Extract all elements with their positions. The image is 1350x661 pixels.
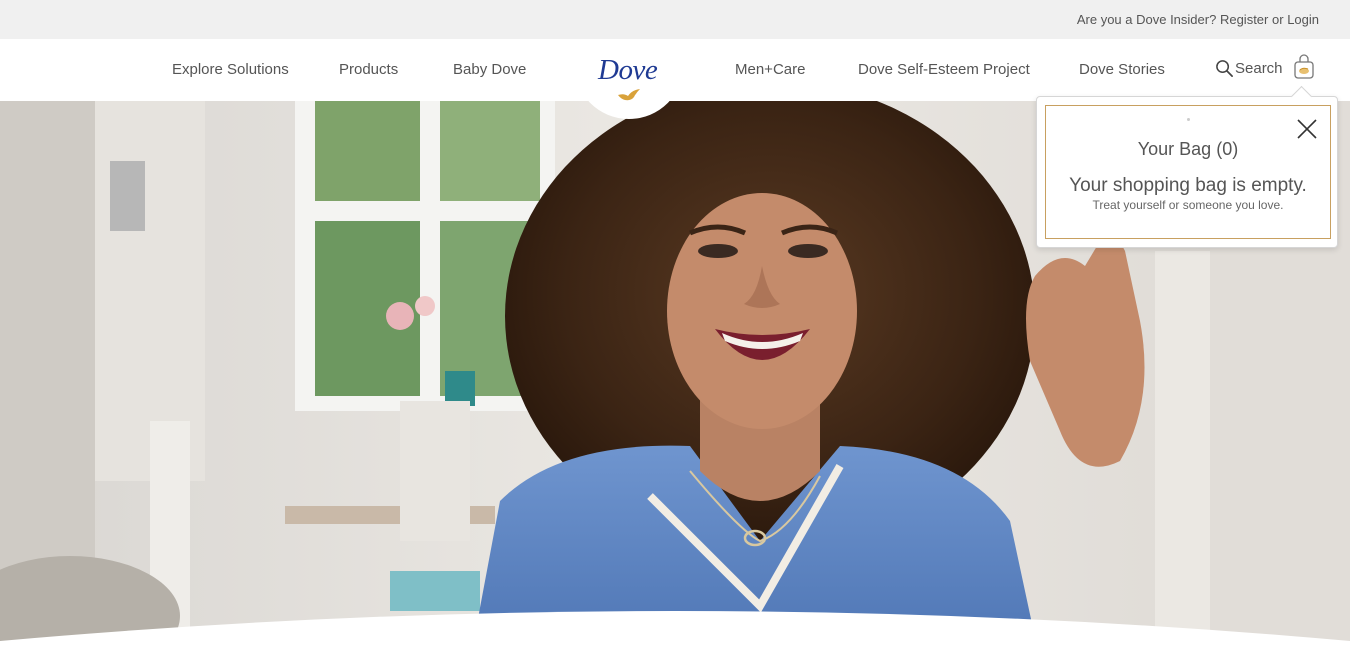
dove-bird-icon — [618, 89, 640, 101]
nav-item-baby-dove[interactable]: Baby Dove — [453, 61, 526, 78]
logo-wordmark: Dove — [598, 54, 658, 86]
insider-prompt: Are you a Dove Insider? Register or Logi… — [1077, 12, 1319, 27]
search-label: Search — [1235, 60, 1283, 77]
search-button[interactable]: Search — [1215, 59, 1283, 78]
bag-popup-content: Your Bag (0) Your shopping bag is empty.… — [1045, 105, 1331, 239]
nav-item-explore-solutions[interactable]: Explore Solutions — [172, 61, 289, 78]
or-text: or — [1272, 12, 1284, 27]
bag-empty-message: Your shopping bag is empty. — [1069, 175, 1307, 196]
bag-popup-dot — [1187, 118, 1190, 121]
close-icon[interactable] — [1296, 118, 1318, 140]
login-link[interactable]: Login — [1287, 12, 1319, 27]
bag-sub-message: Treat yourself or someone you love. — [1092, 198, 1284, 212]
search-icon — [1216, 60, 1233, 77]
bag-title: Your Bag (0) — [1137, 139, 1239, 159]
nav-item-dove-stories[interactable]: Dove Stories — [1079, 61, 1165, 78]
shopping-bag-icon[interactable] — [1293, 54, 1315, 80]
register-link[interactable]: Register — [1220, 12, 1268, 27]
nav-item-self-esteem-project[interactable]: Dove Self-Esteem Project — [858, 61, 1030, 78]
bag-popup: Your Bag (0) Your shopping bag is empty.… — [1036, 96, 1338, 248]
nav-item-men-care[interactable]: Men+Care — [735, 61, 805, 78]
nav-item-products[interactable]: Products — [339, 61, 398, 78]
insider-question: Are you a Dove Insider? — [1076, 12, 1217, 27]
utility-bar: Are you a Dove Insider? Register or Logi… — [0, 0, 1350, 39]
